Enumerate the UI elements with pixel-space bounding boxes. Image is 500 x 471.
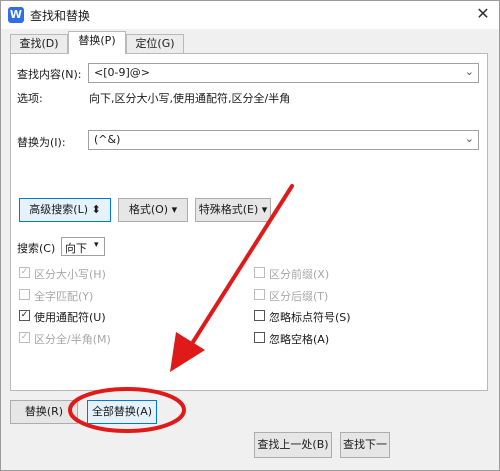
wps-writer-icon: W (8, 7, 24, 23)
match-case-checkbox[interactable]: ✓ (19, 267, 30, 278)
use-wildcards-label: 使用通配符(U) (34, 311, 106, 324)
tab-goto[interactable]: 定位(G) (126, 34, 184, 53)
ignore-punctuation-label: 忽略标点符号(S) (269, 311, 351, 324)
full-half-width-checkbox[interactable]: ✓ (19, 332, 30, 343)
caret-down-icon: ▾ (94, 240, 99, 250)
find-label: 查找内容(N): (17, 68, 82, 81)
special-format-label: 特殊格式(E) (198, 203, 259, 216)
find-input[interactable]: <[0-9]@> ⌄ (88, 63, 479, 83)
tab-replace[interactable]: 替换(P) (68, 31, 126, 54)
chevron-down-icon[interactable]: ⌄ (465, 65, 474, 78)
ignore-spaces-label: 忽略空格(A) (269, 333, 330, 346)
find-value: <[0-9]@> (94, 66, 150, 79)
tab-find[interactable]: 查找(D) (10, 34, 68, 53)
match-prefix-checkbox[interactable] (254, 267, 265, 278)
replace-panel: 查找内容(N): <[0-9]@> ⌄ 选项: 向下,区分大小写,使用通配符,区… (10, 53, 488, 391)
find-previous-button[interactable]: 查找上一处(B) (254, 432, 332, 458)
title-bar: W 查找和替换 ✕ (1, 1, 499, 29)
use-wildcards-checkbox[interactable]: ✓ (19, 310, 30, 321)
match-prefix-label: 区分前缀(X) (269, 268, 330, 281)
format-button-label: 格式(O) (128, 203, 169, 216)
options-label: 选项: (17, 92, 43, 105)
match-suffix-checkbox[interactable] (254, 289, 265, 300)
advanced-search-button[interactable]: 高级搜索(L) ⬍ (19, 198, 111, 222)
replace-input[interactable]: (^&) ⌄ (88, 130, 479, 150)
options-value: 向下,区分大小写,使用通配符,区分全/半角 (89, 92, 291, 105)
replace-label: 替换为(I): (17, 136, 66, 149)
find-replace-window: W 查找和替换 ✕ 查找(D) 替换(P) 定位(G) 查找内容(N): <[0… (0, 0, 500, 471)
whole-word-checkbox[interactable] (19, 289, 30, 300)
ignore-punctuation-checkbox[interactable] (254, 310, 265, 321)
search-label: 搜索(C) (17, 242, 56, 255)
format-button[interactable]: 格式(O) ▾ (118, 198, 188, 222)
caret-down-icon: ▾ (171, 203, 178, 216)
caret-down-icon: ▾ (261, 203, 268, 216)
match-case-label: 区分大小写(H) (34, 268, 106, 281)
ignore-spaces-checkbox[interactable] (254, 332, 265, 343)
find-next-button[interactable]: 查找下一 (340, 432, 390, 458)
replace-button[interactable]: 替换(R) (10, 400, 78, 424)
tab-bar: 查找(D) 替换(P) 定位(G) (1, 31, 499, 54)
special-format-button[interactable]: 特殊格式(E) ▾ (195, 198, 271, 222)
replace-value: (^&) (94, 133, 121, 146)
full-half-width-label: 区分全/半角(M) (34, 333, 111, 346)
search-direction-select[interactable]: 向下 ▾ (61, 237, 105, 256)
match-suffix-label: 区分后缀(T) (269, 290, 329, 303)
window-title: 查找和替换 (30, 9, 91, 23)
chevron-down-icon[interactable]: ⌄ (465, 132, 474, 145)
whole-word-label: 全字匹配(Y) (34, 290, 94, 303)
close-icon[interactable]: ✕ (473, 4, 493, 24)
replace-all-button[interactable]: 全部替换(A) (87, 400, 157, 424)
search-direction-value: 向下 (65, 242, 87, 255)
